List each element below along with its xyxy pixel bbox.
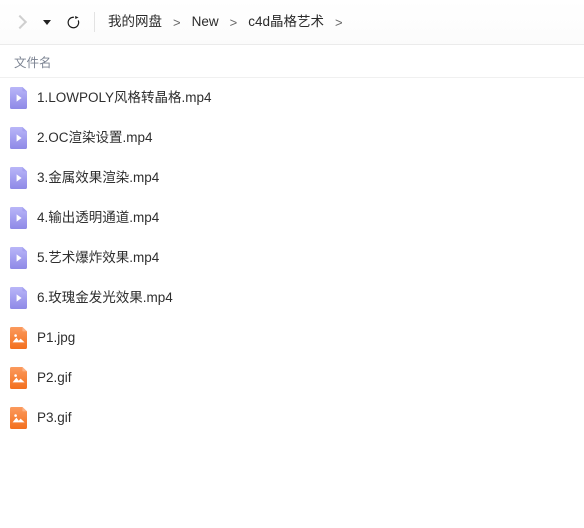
refresh-icon[interactable] [60,9,86,35]
image-file-icon [10,327,27,349]
file-list: 1.LOWPOLY风格转晶格.mp4 2.OC渲染设置.mp4 3.金属效果渲染… [0,78,584,438]
file-name-label: 4.输出透明通道.mp4 [37,210,160,226]
file-row[interactable]: P3.gif [0,398,584,438]
file-row[interactable]: 3.金属效果渲染.mp4 [0,158,584,198]
breadcrumb-separator: > [229,14,238,30]
file-row[interactable]: P1.jpg [0,318,584,358]
file-list-header: 文件名 [0,45,584,78]
file-name-label: P3.gif [37,410,72,426]
breadcrumb-separator: > [173,14,181,30]
video-file-icon [10,247,27,269]
toolbar-divider [94,12,95,32]
video-file-icon [10,287,27,309]
chevron-right-glyph [12,14,27,30]
file-name-label: 6.玫瑰金发光效果.mp4 [37,290,173,306]
breadcrumb-item-current[interactable]: c4d晶格艺术 [247,13,325,31]
file-name-label: 2.OC渲染设置.mp4 [37,130,153,146]
file-row[interactable]: 2.OC渲染设置.mp4 [0,118,584,158]
caret-down-glyph [43,19,51,25]
breadcrumb-item-root[interactable]: 我的网盘 [107,13,163,31]
chevron-right-icon[interactable] [8,9,34,35]
file-row[interactable]: P2.gif [0,358,584,398]
column-header-filename[interactable]: 文件名 [0,52,52,71]
video-file-icon [10,207,27,229]
toolbar: 我的网盘 > New > c4d晶格艺术 > [0,0,584,45]
image-file-icon [10,367,27,389]
toolbar-icon-group [0,9,107,35]
file-name-label: 5.艺术爆炸效果.mp4 [37,250,160,266]
file-name-label: P2.gif [37,370,72,386]
file-name-label: P1.jpg [37,330,76,346]
file-row[interactable]: 4.输出透明通道.mp4 [0,198,584,238]
refresh-icon-svg [67,15,79,28]
file-row[interactable]: 5.艺术爆炸效果.mp4 [0,238,584,278]
file-name-label: 3.金属效果渲染.mp4 [37,170,160,186]
file-name-label: 1.LOWPOLY风格转晶格.mp4 [37,90,212,106]
video-file-icon [10,87,27,109]
file-row[interactable]: 6.玫瑰金发光效果.mp4 [0,278,584,318]
image-file-icon [10,407,27,429]
video-file-icon [10,167,27,189]
video-file-icon [10,127,27,149]
caret-down-icon[interactable] [34,9,60,35]
breadcrumb-item-new[interactable]: New [191,13,220,31]
file-row[interactable]: 1.LOWPOLY风格转晶格.mp4 [0,78,584,118]
breadcrumb: 我的网盘 > New > c4d晶格艺术 > [107,13,353,31]
breadcrumb-separator-trailing: > [334,14,343,30]
